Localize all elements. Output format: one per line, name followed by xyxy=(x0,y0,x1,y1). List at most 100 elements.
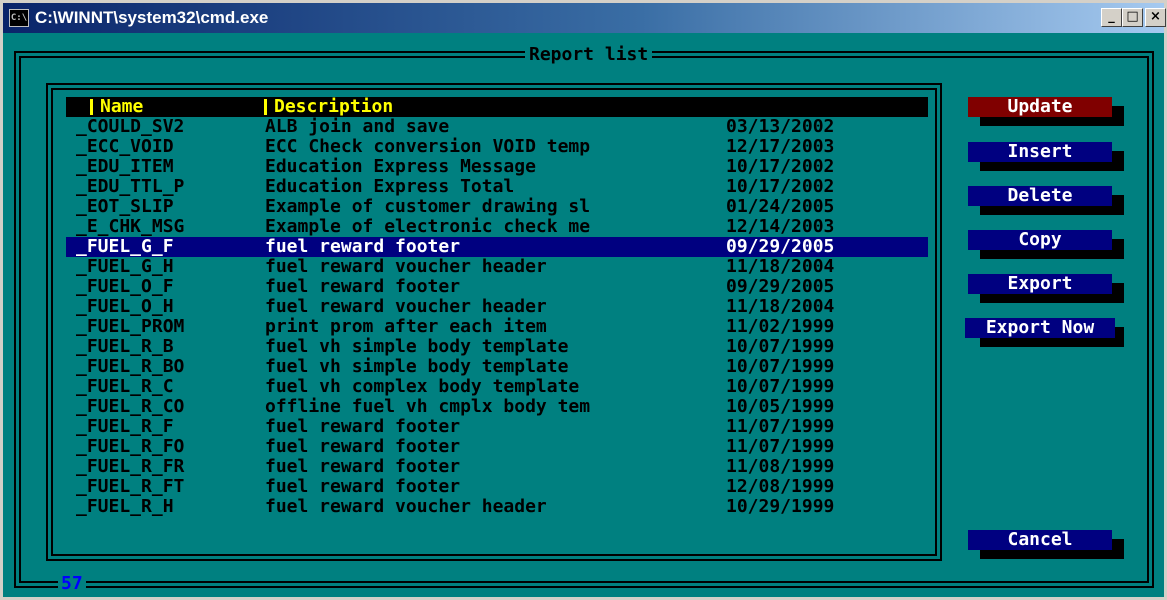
export-button[interactable]: Export xyxy=(968,274,1124,303)
list-item[interactable]: _FUEL_R_H fuel reward voucher header 10/29… xyxy=(66,497,928,517)
report-description: fuel vh simple body template xyxy=(265,336,569,357)
report-date: 11/07/1999 xyxy=(726,436,835,457)
report-name: _FUEL_R_H xyxy=(76,496,174,517)
report-name: _FUEL_R_FT xyxy=(76,476,185,497)
report-description: Example of customer drawing sl xyxy=(265,196,591,217)
report-date: 10/07/1999 xyxy=(726,336,835,357)
close-button[interactable]: × xyxy=(1145,8,1166,27)
report-date: 10/17/2002 xyxy=(726,176,835,197)
report-description: fuel reward footer xyxy=(265,456,461,477)
title-bar[interactable]: C:\ C:\WINNT\system32\cmd.exe _ □ × xyxy=(3,3,1166,33)
list-item[interactable]: _ECC_VOID ECC Check conversion VOID temp 1… xyxy=(66,137,928,157)
report-date: 11/07/1999 xyxy=(726,416,835,437)
list-item[interactable]: _FUEL_R_FO fuel reward footer 11/07/1999 xyxy=(66,437,928,457)
dialog-caption: Report list xyxy=(525,44,653,66)
list-item-selected[interactable]: _FUEL_G_F fuel reward footer 09/29/2005 xyxy=(66,237,928,257)
report-date: 09/29/2005 xyxy=(726,276,835,297)
list-item[interactable]: _FUEL_O_F fuel reward footer 09/29/2005 xyxy=(66,277,928,297)
report-description: Education Express Total xyxy=(265,176,515,197)
report-date: 12/17/2003 xyxy=(726,136,835,157)
report-description: offline fuel vh cmplx body tem xyxy=(265,396,591,417)
report-name: _FUEL_R_C xyxy=(76,376,174,397)
list-item[interactable]: _FUEL_PROM print prom after each item 11/0… xyxy=(66,317,928,337)
cancel-button-label: Cancel xyxy=(968,530,1112,550)
list-item[interactable]: _FUEL_R_C fuel vh complex body template 10… xyxy=(66,377,928,397)
list-item[interactable]: _FUEL_R_FR fuel reward footer 11/08/1999 xyxy=(66,457,928,477)
report-date: 10/17/2002 xyxy=(726,156,835,177)
report-date: 12/08/1999 xyxy=(726,476,835,497)
report-name: _FUEL_O_H xyxy=(76,296,174,317)
list-rows: _COULD_SV2 ALB join and save 03/13/2002 _EC… xyxy=(66,117,928,517)
list-header-row: Name Description xyxy=(66,97,928,117)
console-area: Report list 57 Name Description _COULD_S… xyxy=(6,33,1164,597)
insert-button-label: Insert xyxy=(968,142,1112,162)
report-description: fuel reward voucher header xyxy=(265,256,547,277)
report-name: _FUEL_G_F xyxy=(76,236,174,257)
window-title: C:\WINNT\system32\cmd.exe xyxy=(35,8,269,27)
column-header-description[interactable]: Description xyxy=(274,97,393,117)
report-date: 11/18/2004 xyxy=(726,256,835,277)
list-item[interactable]: _FUEL_R_CO offline fuel vh cmplx body tem… xyxy=(66,397,928,417)
list-item[interactable]: _EDU_ITEM Education Express Message 10/17/… xyxy=(66,157,928,177)
list-item[interactable]: _FUEL_G_H fuel reward voucher header 11/18… xyxy=(66,257,928,277)
report-description: fuel reward footer xyxy=(265,476,461,497)
report-name: _FUEL_R_CO xyxy=(76,396,185,417)
list-item[interactable]: _FUEL_R_B fuel vh simple body template 10/… xyxy=(66,337,928,357)
report-date: 10/07/1999 xyxy=(726,356,835,377)
delete-button[interactable]: Delete xyxy=(968,186,1124,215)
report-description: Example of electronic check me xyxy=(265,216,591,237)
list-item[interactable]: _EDU_TTL_P Education Express Total 10/17/2… xyxy=(66,177,928,197)
export-now-button[interactable]: Export Now xyxy=(965,318,1124,347)
report-date: 01/24/2005 xyxy=(726,196,835,217)
report-description: fuel vh simple body template xyxy=(265,356,569,377)
report-description: ECC Check conversion VOID temp xyxy=(265,136,591,157)
report-list[interactable]: Name Description _COULD_SV2 ALB join and … xyxy=(66,97,928,517)
report-date: 11/02/1999 xyxy=(726,316,835,337)
report-date: 12/14/2003 xyxy=(726,216,835,237)
report-name: _ECC_VOID xyxy=(76,136,174,157)
insert-button[interactable]: Insert xyxy=(968,142,1124,171)
report-description: fuel reward footer xyxy=(265,276,461,297)
maximize-button[interactable]: □ xyxy=(1122,8,1143,27)
list-item[interactable]: _FUEL_R_F fuel reward footer 11/07/1999 xyxy=(66,417,928,437)
report-name: _EOT_SLIP xyxy=(76,196,174,217)
list-item[interactable]: _FUEL_R_FT fuel reward footer 12/08/1999 xyxy=(66,477,928,497)
report-date: 11/18/2004 xyxy=(726,296,835,317)
list-item[interactable]: _EOT_SLIP Example of customer drawing sl 0… xyxy=(66,197,928,217)
column-header-name[interactable]: Name xyxy=(100,97,143,117)
list-item[interactable]: _FUEL_R_BO fuel vh simple body template 10… xyxy=(66,357,928,377)
report-date: 10/07/1999 xyxy=(726,376,835,397)
list-item[interactable]: _COULD_SV2 ALB join and save 03/13/2002 xyxy=(66,117,928,137)
report-date: 11/08/1999 xyxy=(726,456,835,477)
report-description: fuel reward voucher header xyxy=(265,296,547,317)
report-description: fuel reward footer xyxy=(265,436,461,457)
report-name: _FUEL_R_BO xyxy=(76,356,185,377)
report-name: _FUEL_G_H xyxy=(76,256,174,277)
update-button[interactable]: Update xyxy=(968,97,1124,126)
report-name: _FUEL_R_F xyxy=(76,416,174,437)
export-now-button-label: Export Now xyxy=(965,318,1115,338)
report-description: fuel reward voucher header xyxy=(265,496,547,517)
cancel-button[interactable]: Cancel xyxy=(968,530,1124,559)
copy-button[interactable]: Copy xyxy=(968,230,1124,259)
console-icon[interactable]: C:\ xyxy=(9,9,29,27)
record-counter: 57 xyxy=(58,573,86,595)
report-description: fuel reward footer xyxy=(265,416,461,437)
column-separator xyxy=(264,99,267,115)
column-separator xyxy=(90,99,93,115)
report-name: _FUEL_R_B xyxy=(76,336,174,357)
report-name: _FUEL_R_FR xyxy=(76,456,185,477)
console-window: C:\ C:\WINNT\system32\cmd.exe _ □ × Repo… xyxy=(0,0,1167,600)
report-date: 10/29/1999 xyxy=(726,496,835,517)
report-name: _FUEL_R_FO xyxy=(76,436,185,457)
list-item[interactable]: _E_CHK_MSG Example of electronic check me… xyxy=(66,217,928,237)
report-name: _EDU_TTL_P xyxy=(76,176,185,197)
report-date: 03/13/2002 xyxy=(726,116,835,137)
report-name: _FUEL_O_F xyxy=(76,276,174,297)
export-button-label: Export xyxy=(968,274,1112,294)
minimize-button[interactable]: _ xyxy=(1101,8,1122,27)
list-item[interactable]: _FUEL_O_H fuel reward voucher header 11/18… xyxy=(66,297,928,317)
report-description: print prom after each item xyxy=(265,316,547,337)
report-description: Education Express Message xyxy=(265,156,536,177)
report-name: _FUEL_PROM xyxy=(76,316,185,337)
